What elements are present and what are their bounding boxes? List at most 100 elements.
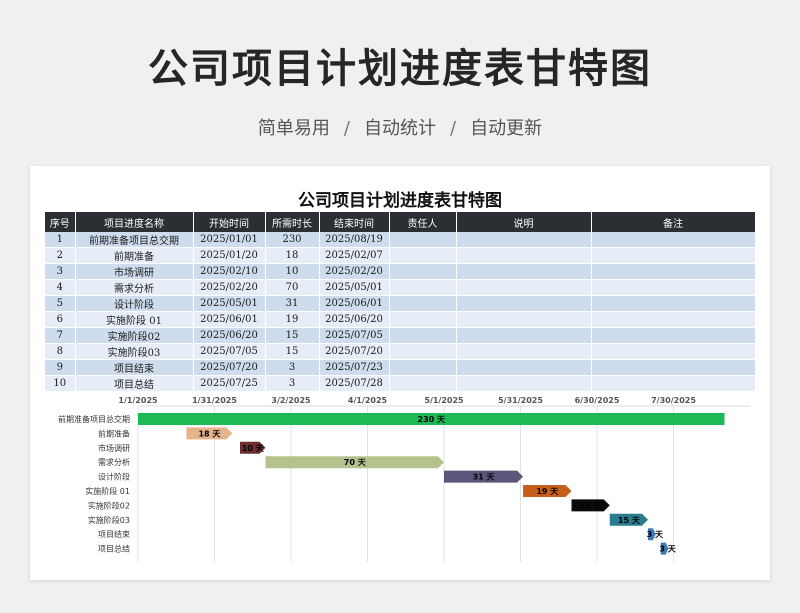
table-row[interactable]: 8 实施阶段03 2025/07/05 15 2025/07/20: [45, 343, 756, 360]
col-header-duration[interactable]: 所需时长: [265, 212, 320, 232]
cell-start[interactable]: 2025/07/05: [193, 343, 266, 360]
cell-start[interactable]: 2025/05/01: [193, 295, 266, 312]
cell-end[interactable]: 2025/02/20: [319, 263, 390, 280]
cell-start[interactable]: 2025/07/20: [193, 359, 266, 376]
cell-owner[interactable]: [389, 263, 457, 280]
cell-description[interactable]: [456, 375, 592, 392]
cell-duration[interactable]: 31: [265, 295, 320, 312]
cell-duration[interactable]: 3: [265, 375, 320, 392]
cell-owner[interactable]: [389, 359, 457, 376]
col-header-end[interactable]: 结束时间: [319, 212, 390, 232]
cell-name[interactable]: 需求分析: [75, 279, 194, 296]
cell-duration[interactable]: 230: [265, 232, 320, 248]
table-row[interactable]: 10 项目总结 2025/07/25 3 2025/07/28: [45, 375, 756, 392]
cell-index[interactable]: 3: [45, 263, 76, 280]
table-row[interactable]: 1 前期准备项目总交期 2025/01/01 230 2025/08/19: [45, 232, 756, 248]
cell-end[interactable]: 2025/06/20: [319, 311, 390, 328]
cell-owner[interactable]: [389, 247, 457, 264]
cell-description[interactable]: [456, 359, 592, 376]
cell-notes[interactable]: [591, 343, 756, 360]
table-row[interactable]: 9 项目结束 2025/07/20 3 2025/07/23: [45, 359, 756, 376]
cell-index[interactable]: 9: [45, 359, 76, 376]
cell-name[interactable]: 项目结束: [75, 359, 194, 376]
cell-description[interactable]: [456, 263, 592, 280]
cell-notes[interactable]: [591, 295, 756, 312]
cell-name[interactable]: 项目总结: [75, 375, 194, 392]
cell-end[interactable]: 2025/07/23: [319, 359, 390, 376]
cell-end[interactable]: 2025/07/28: [319, 375, 390, 392]
cell-notes[interactable]: [591, 375, 756, 392]
cell-index[interactable]: 6: [45, 311, 76, 328]
cell-duration[interactable]: 15: [265, 343, 320, 360]
cell-index[interactable]: 2: [45, 247, 76, 264]
cell-name[interactable]: 实施阶段03: [75, 343, 194, 360]
cell-start[interactable]: 2025/01/01: [193, 232, 266, 248]
cell-end[interactable]: 2025/07/20: [319, 343, 390, 360]
cell-duration[interactable]: 3: [265, 359, 320, 376]
col-header-index[interactable]: 序号: [45, 212, 76, 232]
cell-index[interactable]: 1: [45, 232, 76, 248]
cell-end[interactable]: 2025/08/19: [319, 232, 390, 248]
cell-end[interactable]: 2025/05/01: [319, 279, 390, 296]
table-row[interactable]: 4 需求分析 2025/02/20 70 2025/05/01: [45, 279, 756, 296]
cell-start[interactable]: 2025/06/01: [193, 311, 266, 328]
cell-owner[interactable]: [389, 327, 457, 344]
cell-notes[interactable]: [591, 311, 756, 328]
x-tick-label: 6/30/2025: [575, 396, 620, 405]
cell-notes[interactable]: [591, 247, 756, 264]
tag-easy: 简单易用: [257, 118, 330, 139]
cell-description[interactable]: [456, 232, 592, 248]
cell-start[interactable]: 2025/02/20: [193, 279, 266, 296]
col-header-notes[interactable]: 备注: [591, 212, 756, 232]
col-header-description[interactable]: 说明: [456, 212, 592, 232]
cell-end[interactable]: 2025/07/05: [319, 327, 390, 344]
cell-description[interactable]: [456, 279, 592, 296]
cell-name[interactable]: 实施阶段02: [75, 327, 194, 344]
cell-owner[interactable]: [389, 375, 457, 392]
table-row[interactable]: 2 前期准备 2025/01/20 18 2025/02/07: [45, 247, 756, 264]
table-row[interactable]: 5 设计阶段 2025/05/01 31 2025/06/01: [45, 295, 756, 312]
cell-notes[interactable]: [591, 327, 756, 344]
cell-start[interactable]: 2025/07/25: [193, 375, 266, 392]
cell-end[interactable]: 2025/02/07: [319, 247, 390, 264]
table-row[interactable]: 3 市场调研 2025/02/10 10 2025/02/20: [45, 263, 756, 280]
table-row[interactable]: 7 实施阶段02 2025/06/20 15 2025/07/05: [45, 327, 756, 344]
cell-start[interactable]: 2025/01/20: [193, 247, 266, 264]
cell-notes[interactable]: [591, 359, 756, 376]
table-row[interactable]: 6 实施阶段 01 2025/06/01 19 2025/06/20: [45, 311, 756, 328]
col-header-owner[interactable]: 责任人: [389, 212, 457, 232]
cell-notes[interactable]: [591, 263, 756, 280]
cell-name[interactable]: 前期准备: [75, 247, 194, 264]
cell-owner[interactable]: [389, 295, 457, 312]
cell-owner[interactable]: [389, 343, 457, 360]
cell-index[interactable]: 5: [45, 295, 76, 312]
cell-duration[interactable]: 70: [265, 279, 320, 296]
cell-index[interactable]: 7: [45, 327, 76, 344]
cell-name[interactable]: 设计阶段: [75, 295, 194, 312]
cell-description[interactable]: [456, 295, 592, 312]
cell-index[interactable]: 10: [45, 375, 76, 392]
cell-owner[interactable]: [389, 311, 457, 328]
col-header-name[interactable]: 项目进度名称: [75, 212, 194, 232]
cell-start[interactable]: 2025/02/10: [193, 263, 266, 280]
cell-notes[interactable]: [591, 279, 756, 296]
cell-description[interactable]: [456, 247, 592, 264]
cell-notes[interactable]: [591, 232, 756, 248]
cell-description[interactable]: [456, 327, 592, 344]
cell-owner[interactable]: [389, 232, 457, 248]
cell-owner[interactable]: [389, 279, 457, 296]
cell-index[interactable]: 8: [45, 343, 76, 360]
cell-description[interactable]: [456, 311, 592, 328]
cell-duration[interactable]: 19: [265, 311, 320, 328]
cell-start[interactable]: 2025/06/20: [193, 327, 266, 344]
cell-name[interactable]: 实施阶段 01: [75, 311, 194, 328]
cell-name[interactable]: 前期准备项目总交期: [75, 232, 194, 248]
cell-name[interactable]: 市场调研: [75, 263, 194, 280]
cell-index[interactable]: 4: [45, 279, 76, 296]
cell-description[interactable]: [456, 343, 592, 360]
cell-duration[interactable]: 10: [265, 263, 320, 280]
cell-duration[interactable]: 15: [265, 327, 320, 344]
cell-duration[interactable]: 18: [265, 247, 320, 264]
col-header-start[interactable]: 开始时间: [193, 212, 266, 232]
cell-end[interactable]: 2025/06/01: [319, 295, 390, 312]
